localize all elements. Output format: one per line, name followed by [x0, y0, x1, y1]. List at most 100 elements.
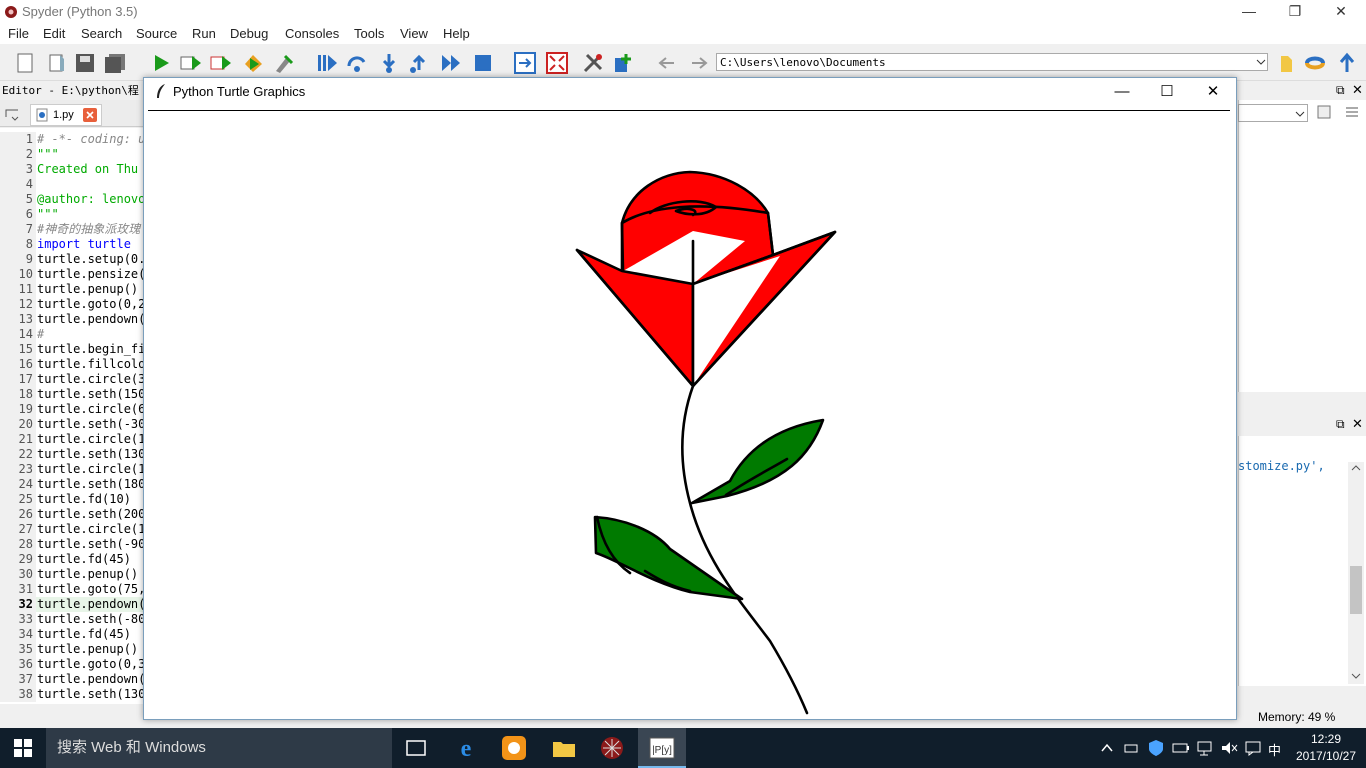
step-into-icon[interactable]: [378, 52, 400, 74]
code-line[interactable]: 11 turtle.penup(): [0, 282, 145, 297]
code-line[interactable]: 4: [0, 177, 145, 192]
scroll-down-icon[interactable]: [1350, 671, 1362, 681]
uc-browser-icon[interactable]: [500, 734, 528, 762]
code-line[interactable]: 2 """: [0, 147, 145, 162]
code-line[interactable]: 34 turtle.fd(45): [0, 627, 145, 642]
scroll-up-icon[interactable]: [1350, 463, 1362, 473]
pythonpath-manager-icon[interactable]: [612, 52, 634, 74]
undock-icon[interactable]: ⧉: [1336, 417, 1345, 432]
code-line[interactable]: 38 turtle.seth(130: [0, 687, 145, 702]
chevron-up-icon[interactable]: [1100, 742, 1114, 754]
code-line[interactable]: 19 turtle.circle(6: [0, 402, 145, 417]
app-minimize-button[interactable]: —: [1226, 0, 1272, 24]
code-line[interactable]: 24 turtle.seth(180: [0, 477, 145, 492]
options-menu-icon[interactable]: [1344, 104, 1360, 120]
code-line[interactable]: 32 turtle.pendown(: [0, 597, 145, 612]
code-line[interactable]: 3 Created on Thu: [0, 162, 145, 177]
turtle-close-button[interactable]: ✕: [1190, 78, 1236, 106]
menu-debug[interactable]: Debug: [230, 26, 268, 41]
spyder-taskbar-icon[interactable]: [598, 734, 626, 762]
browse-tabs-icon[interactable]: [4, 107, 20, 121]
input-method-indicator[interactable]: 中: [1268, 740, 1281, 759]
new-file-icon[interactable]: [14, 52, 36, 74]
code-line[interactable]: 9 turtle.setup(0.: [0, 252, 145, 267]
code-line[interactable]: 17 turtle.circle(3: [0, 372, 145, 387]
menu-edit[interactable]: Edit: [43, 26, 65, 41]
step-icon[interactable]: [346, 52, 368, 74]
parent-dir-arrow-icon[interactable]: [1336, 52, 1358, 74]
notifications-icon[interactable]: [1244, 740, 1262, 756]
run-icon[interactable]: [150, 52, 172, 74]
code-line[interactable]: 37 turtle.pendown(: [0, 672, 145, 687]
battery-icon[interactable]: [1172, 741, 1190, 755]
stop-debug-icon[interactable]: [472, 52, 494, 74]
security-shield-icon[interactable]: [1148, 739, 1164, 757]
task-view-icon[interactable]: [402, 734, 430, 762]
code-line[interactable]: 25 turtle.fd(10): [0, 492, 145, 507]
code-line[interactable]: 15 turtle.begin_fi: [0, 342, 145, 357]
code-line[interactable]: 29 turtle.fd(45): [0, 552, 145, 567]
working-directory-input[interactable]: C:\Users\lenovo\Documents: [716, 53, 1268, 71]
code-line[interactable]: 27 turtle.circle(1: [0, 522, 145, 537]
menu-tools[interactable]: Tools: [354, 26, 384, 41]
code-line[interactable]: 18 turtle.seth(150: [0, 387, 145, 402]
code-line[interactable]: 26 turtle.seth(200: [0, 507, 145, 522]
code-line[interactable]: 36 turtle.goto(0,3: [0, 657, 145, 672]
forward-arrow-icon[interactable]: [688, 52, 710, 74]
close-pane-icon[interactable]: ✕: [1352, 82, 1363, 98]
code-line[interactable]: 7 #神奇的抽象派玫瑰: [0, 222, 145, 237]
console-scrollbar-thumb[interactable]: [1350, 566, 1362, 614]
code-line[interactable]: 22 turtle.seth(130: [0, 447, 145, 462]
code-line[interactable]: 10 turtle.pensize(: [0, 267, 145, 282]
python-change-dir-icon[interactable]: [1304, 52, 1326, 74]
code-line[interactable]: 16 turtle.fillcolo: [0, 357, 145, 372]
code-line[interactable]: 8 import turtle: [0, 237, 145, 252]
fullscreen-icon[interactable]: [546, 52, 568, 74]
lock-icon[interactable]: [1316, 104, 1332, 120]
turtle-minimize-button[interactable]: —: [1099, 78, 1145, 106]
menu-source[interactable]: Source: [136, 26, 177, 41]
chevron-down-icon[interactable]: [1256, 57, 1266, 67]
menu-file[interactable]: File: [8, 26, 29, 41]
maximize-pane-icon[interactable]: [514, 52, 536, 74]
code-line[interactable]: 23 turtle.circle(1: [0, 462, 145, 477]
debug-icon[interactable]: [316, 52, 338, 74]
code-line[interactable]: 35 turtle.penup(): [0, 642, 145, 657]
menu-consoles[interactable]: Consoles: [285, 26, 339, 41]
preferences-icon[interactable]: [582, 52, 604, 74]
save-all-icon[interactable]: [104, 52, 126, 74]
code-line[interactable]: 20 turtle.seth(-30: [0, 417, 145, 432]
taskbar-clock[interactable]: 12:29 2017/10/27: [1286, 731, 1366, 765]
save-icon[interactable]: [74, 52, 96, 74]
code-line[interactable]: 5 @author: lenovo: [0, 192, 145, 207]
menu-search[interactable]: Search: [81, 26, 122, 41]
run-selection-icon[interactable]: [242, 52, 264, 74]
windows-start-icon[interactable]: [14, 739, 32, 757]
continue-icon[interactable]: [440, 52, 462, 74]
undock-icon[interactable]: ⧉: [1336, 83, 1345, 98]
close-tab-icon[interactable]: [83, 108, 97, 122]
code-line[interactable]: 21 turtle.circle(1: [0, 432, 145, 447]
network-icon[interactable]: [1196, 740, 1214, 756]
edge-browser-icon[interactable]: e: [452, 734, 480, 762]
code-line[interactable]: 28 turtle.seth(-90: [0, 537, 145, 552]
hardware-icon[interactable]: [1124, 741, 1138, 755]
file-explorer-icon[interactable]: [550, 734, 578, 762]
code-line[interactable]: 12 turtle.goto(0,2: [0, 297, 145, 312]
app-restore-button[interactable]: ❐: [1272, 0, 1318, 24]
menu-run[interactable]: Run: [192, 26, 216, 41]
code-line[interactable]: 6 """: [0, 207, 145, 222]
tab-1py[interactable]: 1.py: [30, 104, 102, 126]
volume-muted-icon[interactable]: [1220, 740, 1238, 756]
step-return-icon[interactable]: [408, 52, 430, 74]
menu-help[interactable]: Help: [443, 26, 470, 41]
code-line[interactable]: 30 turtle.penup(): [0, 567, 145, 582]
turtle-maximize-button[interactable]: ☐: [1144, 78, 1190, 106]
code-line[interactable]: 33 turtle.seth(-80: [0, 612, 145, 627]
ipython-console[interactable]: [1238, 436, 1366, 686]
code-line[interactable]: 13 turtle.pendown(: [0, 312, 145, 327]
back-arrow-icon[interactable]: [656, 52, 678, 74]
taskbar-search-box[interactable]: 搜索 Web 和 Windows: [46, 728, 392, 768]
run-file-config-icon[interactable]: [180, 52, 202, 74]
debug-tools-icon[interactable]: [272, 52, 294, 74]
